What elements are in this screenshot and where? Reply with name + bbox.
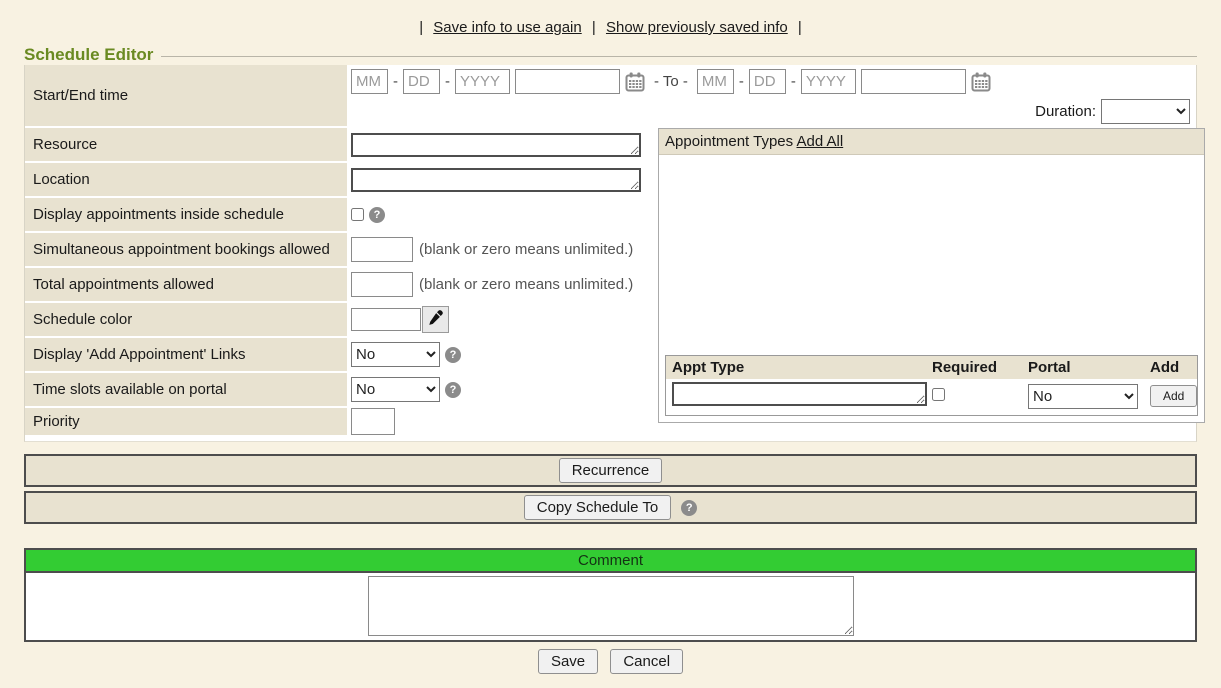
duration-select[interactable] xyxy=(1101,99,1190,124)
column-header-appt-type: Appt Type xyxy=(666,359,932,376)
add-appointment-links-label: Display 'Add Appointment' Links xyxy=(25,338,347,371)
start-time-input[interactable] xyxy=(515,69,620,94)
save-button[interactable]: Save xyxy=(538,649,598,674)
schedule-color-label: Schedule color xyxy=(25,303,347,336)
unlimited-note: (blank or zero means unlimited.) xyxy=(419,276,633,293)
display-appointments-checkbox[interactable] xyxy=(351,208,364,221)
row-schedule-color: Schedule color xyxy=(25,303,653,336)
copy-schedule-bar: Copy Schedule To ? xyxy=(24,491,1197,524)
right-form-column: Appointment Types Add All Appt Type Requ… xyxy=(653,128,1205,423)
dash-separator: - xyxy=(739,73,744,90)
display-appointments-label: Display appointments inside schedule xyxy=(25,198,347,231)
location-input[interactable] xyxy=(351,168,641,192)
row-display-appointments: Display appointments inside schedule ? xyxy=(25,198,653,231)
portal-select[interactable]: No xyxy=(1028,384,1138,409)
calendar-icon[interactable] xyxy=(625,72,645,92)
end-day-input[interactable] xyxy=(749,69,786,94)
comment-textarea[interactable] xyxy=(368,576,854,636)
recurrence-bar: Recurrence xyxy=(24,454,1197,487)
priority-input[interactable] xyxy=(351,408,395,435)
to-separator: - To - xyxy=(654,73,688,90)
add-appt-type-button[interactable]: Add xyxy=(1150,385,1197,407)
pipe-separator: | xyxy=(798,19,802,36)
dash-separator: - xyxy=(445,73,450,90)
row-start-end-time: Start/End time - - xyxy=(25,65,1196,126)
page-title: Schedule Editor xyxy=(24,45,161,65)
help-icon[interactable]: ? xyxy=(369,207,385,223)
row-simultaneous-bookings: Simultaneous appointment bookings allowe… xyxy=(25,233,653,266)
appointment-types-panel: Appointment Types Add All Appt Type Requ… xyxy=(658,128,1205,423)
duration-label: Duration: xyxy=(1035,103,1096,120)
appointment-types-title: Appointment Types xyxy=(665,133,793,150)
time-slots-portal-label: Time slots available on portal xyxy=(25,373,347,406)
end-time-input[interactable] xyxy=(861,69,966,94)
appt-type-input[interactable] xyxy=(672,382,927,406)
start-end-label: Start/End time xyxy=(25,65,347,126)
help-icon[interactable]: ? xyxy=(445,347,461,363)
resource-input[interactable] xyxy=(351,133,641,157)
start-month-input[interactable] xyxy=(351,69,388,94)
column-header-add: Add xyxy=(1150,359,1197,376)
eyedropper-icon xyxy=(428,310,443,329)
pipe-separator: | xyxy=(592,19,596,36)
end-year-input[interactable] xyxy=(801,69,856,94)
save-info-link[interactable]: Save info to use again xyxy=(433,19,581,36)
row-add-appointment-links: Display 'Add Appointment' Links No ? xyxy=(25,338,653,371)
end-month-input[interactable] xyxy=(697,69,734,94)
dash-separator: - xyxy=(393,73,398,90)
row-total-appointments: Total appointments allowed (blank or zer… xyxy=(25,268,653,301)
row-priority: Priority xyxy=(25,408,653,435)
simultaneous-bookings-input[interactable] xyxy=(351,237,413,262)
schedule-form: Start/End time - - xyxy=(24,65,1197,442)
time-slots-portal-select[interactable]: No xyxy=(351,377,440,402)
form-actions: Save Cancel xyxy=(0,649,1221,674)
calendar-icon[interactable] xyxy=(971,72,991,92)
comment-header: Comment xyxy=(26,550,1195,573)
schedule-editor: Schedule Editor Start/End time - - xyxy=(24,45,1197,442)
help-icon[interactable]: ? xyxy=(445,382,461,398)
start-year-input[interactable] xyxy=(455,69,510,94)
row-time-slots-portal: Time slots available on portal No ? xyxy=(25,373,653,406)
column-header-portal: Portal xyxy=(1028,359,1150,376)
simultaneous-bookings-label: Simultaneous appointment bookings allowe… xyxy=(25,233,347,266)
priority-label: Priority xyxy=(25,408,347,435)
add-all-link[interactable]: Add All xyxy=(796,133,843,150)
required-checkbox[interactable] xyxy=(932,388,945,401)
cancel-button[interactable]: Cancel xyxy=(610,649,683,674)
pipe-separator: | xyxy=(419,19,423,36)
appointment-type-row: No Add xyxy=(666,379,1197,415)
row-resource: Resource xyxy=(25,128,653,161)
color-picker-button[interactable] xyxy=(422,306,449,333)
total-appointments-input[interactable] xyxy=(351,272,413,297)
appointment-type-add-table: Appt Type Required Portal Add xyxy=(665,355,1198,416)
add-appointment-links-select[interactable]: No xyxy=(351,342,440,367)
legend-divider xyxy=(161,56,1197,57)
help-icon[interactable]: ? xyxy=(681,500,697,516)
dash-separator: - xyxy=(791,73,796,90)
show-saved-link[interactable]: Show previously saved info xyxy=(606,19,788,36)
location-label: Location xyxy=(25,163,347,196)
top-links-bar: | Save info to use again | Show previous… xyxy=(0,0,1221,45)
appointment-types-header: Appointment Types Add All xyxy=(659,129,1204,155)
start-day-input[interactable] xyxy=(403,69,440,94)
recurrence-button[interactable]: Recurrence xyxy=(559,458,663,483)
left-form-column: Resource Location Display appointments i… xyxy=(25,128,653,435)
appointment-types-list-empty xyxy=(659,155,1204,349)
total-appointments-label: Total appointments allowed xyxy=(25,268,347,301)
row-location: Location xyxy=(25,163,653,196)
unlimited-note: (blank or zero means unlimited.) xyxy=(419,241,633,258)
copy-schedule-button[interactable]: Copy Schedule To xyxy=(524,495,671,520)
resource-label: Resource xyxy=(25,128,347,161)
column-header-required: Required xyxy=(932,359,1028,376)
comment-section: Comment xyxy=(24,548,1197,642)
schedule-color-input[interactable] xyxy=(351,308,421,331)
